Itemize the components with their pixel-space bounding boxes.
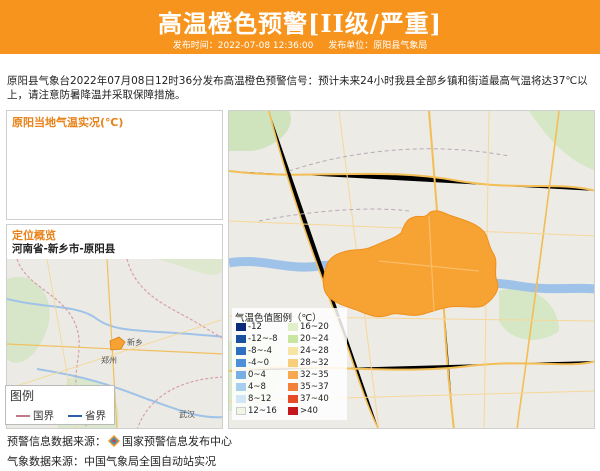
legend-item: 37~40: [288, 394, 329, 404]
map-label-city: 新乡: [127, 338, 143, 347]
warning-center-logo-icon: [108, 435, 120, 447]
legend-item: -12: [236, 322, 262, 332]
legend-item: 4~8: [236, 382, 266, 392]
legend-item: 8~12: [236, 394, 271, 404]
temperature-color-legend: 气温色值图例（℃） -12 -12~-8 -8~-4 -4~0 0~4 4~8 …: [232, 308, 347, 420]
legend-item: -4~0: [236, 358, 269, 368]
legend-item: >40: [288, 406, 318, 416]
map-label-city: 郑州: [101, 356, 117, 365]
issuer: 发布单位：原阳县气象局: [328, 41, 428, 51]
temperature-panel-title: 原阳当地气温实况(℃): [12, 116, 124, 129]
location-path: 河南省-新乡市-原阳县: [12, 243, 116, 255]
legend-item: 12~16: [236, 406, 277, 416]
weather-data-source: 气象数据来源：中国气象局全国自动站实况: [7, 455, 216, 468]
warning-title: 高温橙色预警[II级/严重]: [158, 9, 442, 38]
legend-national-border: 国界: [16, 408, 54, 423]
legend-province-border: 省界: [68, 408, 106, 423]
map-label-city: 武汉: [179, 410, 195, 419]
warning-notice: 原阳县气象台2022年07月08日12时36分发布高温橙色预警信号：预计未来24…: [7, 75, 588, 101]
national-border-line-icon: [16, 415, 30, 417]
map-legend-title: 图例: [10, 389, 35, 403]
legend-item: 35~37: [288, 382, 329, 392]
legend-item: 20~24: [288, 334, 329, 344]
legend-item: 24~28: [288, 346, 329, 356]
warning-header: 高温橙色预警[II级/严重] 发布时间：2022-07-08 12:36:00 …: [0, 0, 600, 54]
legend-item: -8~-4: [236, 346, 272, 356]
temperature-panel: 原阳当地气温实况(℃): [6, 110, 223, 220]
warning-meta: 发布时间：2022-07-08 12:36:00 发布单位：原阳县气象局: [0, 38, 600, 51]
legend-item: 16~20: [288, 322, 329, 332]
legend-item: 0~4: [236, 370, 266, 380]
issue-time: 发布时间：2022-07-08 12:36:00: [172, 41, 314, 51]
legend-item: 28~32: [288, 358, 329, 368]
map-legend: 图例 国界 省界: [5, 385, 115, 425]
legend-item: 32~35: [288, 370, 329, 380]
province-border-line-icon: [68, 415, 82, 417]
legend-item: -12~-8: [236, 334, 277, 344]
warning-data-source: 预警信息数据来源： 国家预警信息发布中心: [7, 435, 232, 448]
